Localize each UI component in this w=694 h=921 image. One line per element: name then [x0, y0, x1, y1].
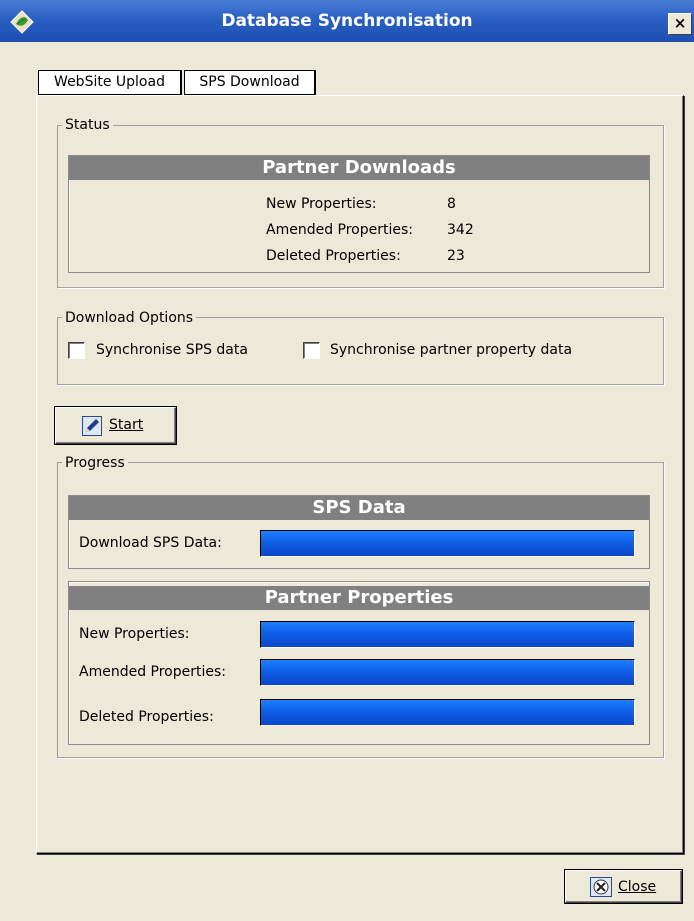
sps-data-header: SPS Data [69, 496, 649, 520]
close-cross-icon [590, 877, 612, 897]
partner-downloads-header: Partner Downloads [69, 156, 649, 180]
sync-partner-label[interactable]: Synchronise partner property data [330, 341, 572, 359]
amended-properties-progress-label: Amended Properties: [79, 664, 227, 680]
progress-legend: Progress [62, 455, 128, 471]
progress-fill [261, 531, 634, 556]
progress-fill [261, 660, 634, 685]
download-sps-data-label: Download SPS Data: [79, 535, 222, 551]
partner-properties-header: Partner Properties [69, 586, 649, 610]
amended-properties-label: Amended Properties: [266, 222, 414, 238]
new-properties-progress [260, 621, 635, 648]
sync-sps-label[interactable]: Synchronise SPS data [96, 341, 248, 359]
amended-properties-value: 342 [447, 222, 474, 238]
progress-fill [261, 700, 634, 725]
start-label: Start [109, 417, 144, 433]
tab-sps-download[interactable]: SPS Download [184, 70, 316, 95]
progress-fill [261, 622, 634, 647]
deleted-properties-value: 23 [447, 248, 465, 264]
status-legend: Status [62, 117, 113, 133]
new-properties-label: New Properties: [266, 196, 377, 212]
window-close-button[interactable]: × [668, 13, 692, 35]
pencil-icon [82, 416, 102, 436]
sync-partner-checkbox[interactable] [303, 342, 320, 359]
deleted-properties-progress-label: Deleted Properties: [79, 709, 214, 725]
amended-properties-progress [260, 659, 635, 686]
deleted-properties-label: Deleted Properties: [266, 248, 401, 264]
window-title: Database Synchronisation [221, 11, 473, 31]
sync-sps-checkbox[interactable] [68, 342, 85, 359]
deleted-properties-progress [260, 699, 635, 726]
new-properties-value: 8 [447, 196, 456, 212]
tab-website-upload[interactable]: WebSite Upload [38, 70, 182, 95]
download-sps-data-progress [260, 530, 635, 557]
download-options-legend: Download Options [62, 310, 197, 326]
close-label: Close [618, 879, 657, 895]
new-properties-progress-label: New Properties: [79, 626, 190, 642]
